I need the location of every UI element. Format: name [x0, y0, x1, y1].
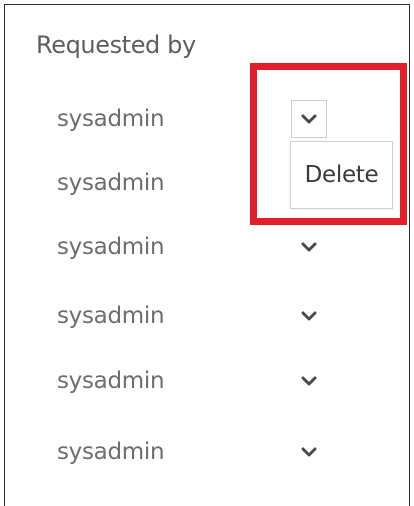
row-actions-button[interactable] — [291, 228, 327, 266]
requested-by-cell: sysadmin — [57, 234, 165, 260]
requested-by-cell: sysadmin — [57, 303, 165, 329]
column-header-requested-by: Requested by — [36, 31, 196, 59]
table-row: sysadmin — [5, 359, 405, 403]
chevron-down-icon — [301, 114, 317, 124]
chevron-down-icon — [301, 376, 317, 386]
chevron-down-icon — [301, 242, 317, 252]
chevron-down-icon — [301, 447, 317, 457]
table-row: sysadmin — [5, 225, 405, 269]
requests-panel: Requested by sysadmin sysadmin sysadmin … — [4, 4, 410, 506]
requested-by-cell: sysadmin — [57, 170, 165, 196]
requested-by-cell: sysadmin — [57, 106, 165, 132]
requested-by-cell: sysadmin — [57, 368, 165, 394]
row-actions-button[interactable] — [291, 297, 327, 335]
row-actions-menu: Delete — [290, 141, 393, 209]
requested-by-cell: sysadmin — [57, 439, 165, 465]
row-actions-button[interactable] — [291, 433, 327, 471]
table-row: sysadmin — [5, 430, 405, 474]
row-actions-button[interactable] — [291, 100, 327, 138]
chevron-down-icon — [301, 311, 317, 321]
table-row: sysadmin — [5, 97, 405, 141]
table-row: sysadmin — [5, 294, 405, 338]
delete-menu-item[interactable]: Delete — [291, 142, 392, 208]
row-actions-button[interactable] — [291, 362, 327, 400]
